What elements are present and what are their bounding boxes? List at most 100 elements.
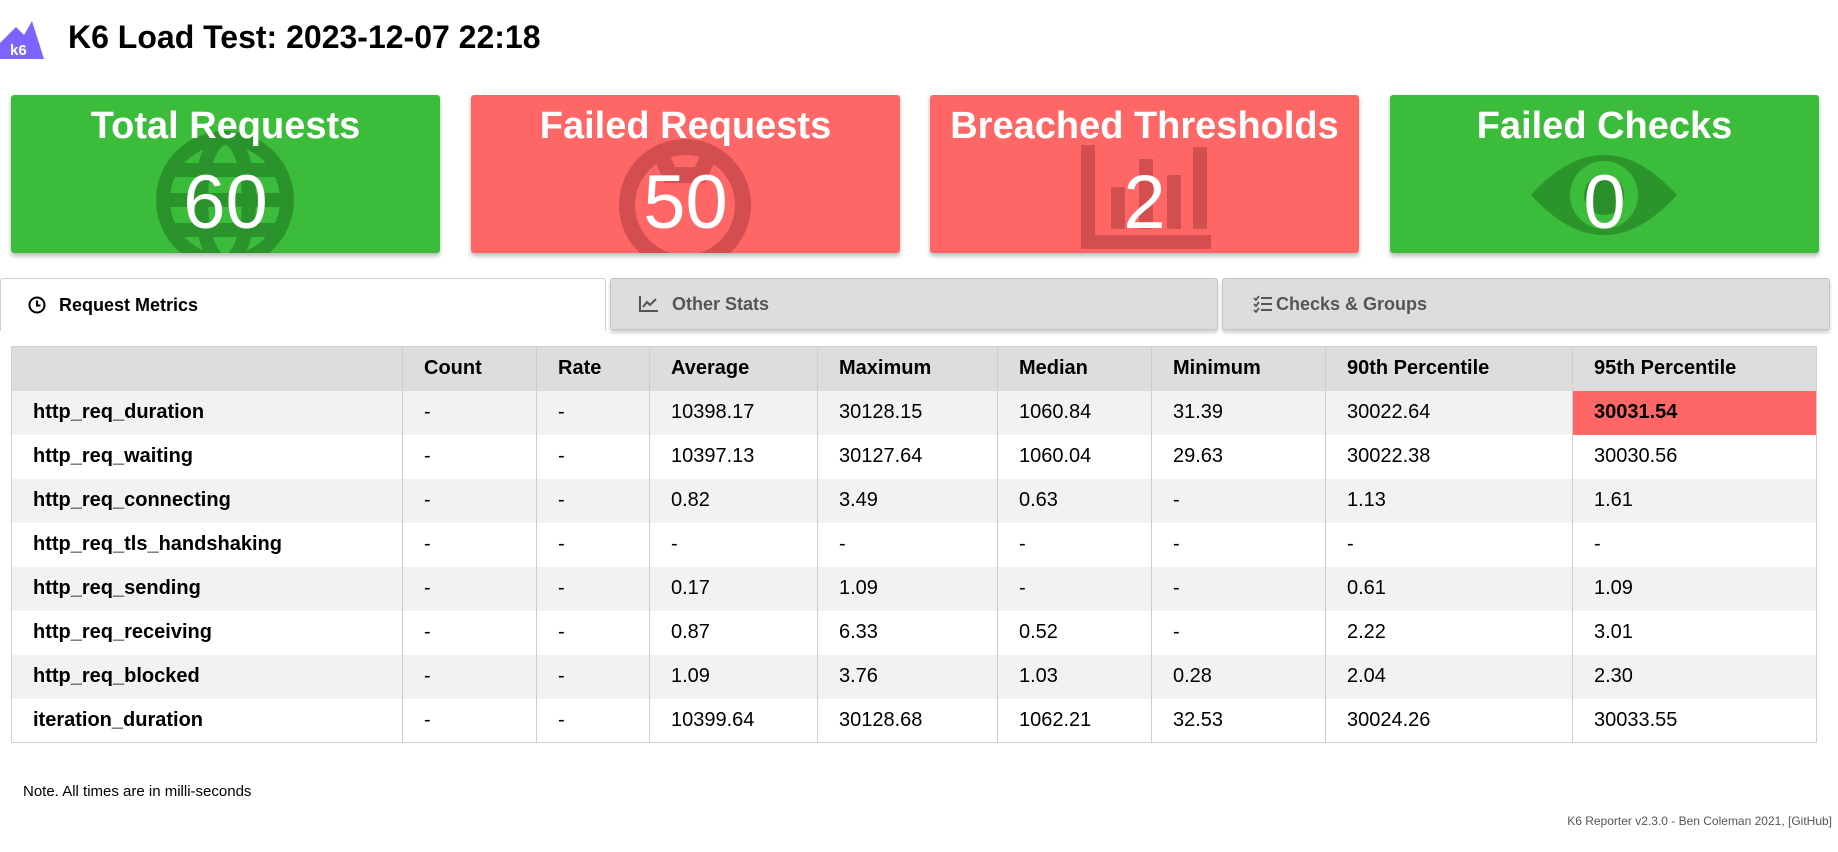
metric-value: 1062.21 (997, 698, 1152, 743)
table-row: http_req_waiting - -10397.13 30127.64 1060.0… (11, 434, 1817, 479)
card-failed-requests: Failed Requests 50 (471, 95, 900, 253)
metric-value: 3.01 (1572, 610, 1817, 655)
metric-value: 0.63 (997, 478, 1152, 523)
metric-value: - (402, 434, 537, 479)
metric-value: - (402, 610, 537, 655)
card-value: 60 (183, 160, 268, 245)
column-header: Rate (536, 346, 650, 391)
metric-name: http_req_duration (11, 390, 403, 435)
metric-value: 3.76 (817, 654, 998, 699)
table-row: http_req_blocked - -1.09 3.76 1.03 0.28 2.04 2.… (11, 654, 1817, 699)
tab-bar: Request Metrics Other Stats Checks & Gro… (0, 278, 1830, 332)
metric-value: - (402, 566, 537, 611)
page-title: K6 Load Test: 2023-12-07 22:18 (68, 19, 541, 55)
card-label: Failed Checks (1476, 105, 1733, 147)
metric-value: 30128.15 (817, 390, 998, 435)
breached-value: 30031.54 (1572, 390, 1817, 435)
card-value: 50 (643, 160, 728, 245)
column-header: Average (649, 346, 818, 391)
card-value: 0 (1583, 160, 1626, 245)
metric-value: 3.49 (817, 478, 998, 523)
card-breached-thresholds: Breached Thresholds 2 (930, 95, 1359, 253)
table-row: http_req_sending - -0.17 1.09- -0.61 1.09 (11, 566, 1817, 611)
svg-text:k6: k6 (10, 42, 27, 59)
metric-name: http_req_tls_handshaking (11, 522, 403, 567)
column-header: 90th Percentile (1325, 346, 1573, 391)
tab-label: Request Metrics (59, 294, 199, 315)
metric-value: - (536, 478, 650, 523)
metric-value: 0.87 (649, 610, 818, 655)
metric-value: 32.53 (1151, 698, 1326, 743)
table-row: http_req_duration - -10398.17 30128.15 1060.… (11, 390, 1817, 435)
metric-value: 2.04 (1325, 654, 1573, 699)
metric-value: 2.30 (1572, 654, 1817, 699)
metric-value: - (536, 610, 650, 655)
metric-name: http_req_sending (11, 566, 403, 611)
metric-value: 10398.17 (649, 390, 818, 435)
metric-value: 1.13 (1325, 478, 1573, 523)
page-header: k6 K6 Load Test: 2023-12-07 22:18 (0, 0, 1838, 76)
metric-value: - (1325, 522, 1573, 567)
metric-value: - (536, 434, 650, 479)
metric-value: 10397.13 (649, 434, 818, 479)
column-header: Count (402, 346, 537, 391)
metric-value: 0.52 (997, 610, 1152, 655)
github-link[interactable]: [GitHub] (1788, 814, 1832, 828)
metric-value: 1.09 (1572, 566, 1817, 611)
metric-value: 1.03 (997, 654, 1152, 699)
tab-other-stats[interactable]: Other Stats (610, 278, 1218, 330)
card-label: Failed Requests (539, 105, 832, 147)
metric-value: 29.63 (1151, 434, 1326, 479)
column-header: 95th Percentile (1572, 346, 1817, 391)
metric-value: 10399.64 (649, 698, 818, 743)
card-total-requests: Total Requests 60 (11, 95, 440, 253)
table-row: iteration_duration - -10399.64 30128.68 1062… (11, 698, 1817, 743)
metric-value: - (1151, 566, 1326, 611)
metric-name: http_req_waiting (11, 434, 403, 479)
card-label: Total Requests (90, 105, 361, 147)
tab-label: Checks & Groups (1276, 293, 1428, 314)
table-row: http_req_tls_handshaking - - - - - - - - (11, 522, 1817, 567)
tab-checks-groups[interactable]: Checks & Groups (1222, 278, 1830, 330)
column-header: Minimum (1151, 346, 1326, 391)
metric-value: - (1151, 610, 1326, 655)
metric-value: - (536, 698, 650, 743)
metric-value: 0.61 (1325, 566, 1573, 611)
metric-value: 1060.04 (997, 434, 1152, 479)
metric-value: - (1151, 478, 1326, 523)
tab-request-metrics[interactable]: Request Metrics (0, 278, 606, 331)
metric-value: - (402, 698, 537, 743)
table-header-row: Count Rate Average Maximum Median Minimu… (11, 346, 1817, 391)
card-value: 2 (1123, 160, 1166, 245)
metric-value: 30022.38 (1325, 434, 1573, 479)
metric-value: - (536, 390, 650, 435)
metric-value: - (536, 522, 650, 567)
metric-value: - (1572, 522, 1817, 567)
card-failed-checks: Failed Checks 0 (1390, 95, 1819, 253)
metric-value: - (649, 522, 818, 567)
k6-logo: k6 (0, 21, 44, 59)
metric-value: 0.82 (649, 478, 818, 523)
metric-value: - (536, 654, 650, 699)
metric-value: - (997, 522, 1152, 567)
metric-value: 30022.64 (1325, 390, 1573, 435)
footer-text: K6 Reporter v2.3.0 - Ben Coleman 2021, (1567, 814, 1788, 828)
column-header: Median (997, 346, 1152, 391)
metric-value: - (536, 566, 650, 611)
footer: K6 Reporter v2.3.0 - Ben Coleman 2021, [… (1567, 813, 1832, 829)
metric-value: 30033.55 (1572, 698, 1817, 743)
metric-value: 1.61 (1572, 478, 1817, 523)
metric-value: 1060.84 (997, 390, 1152, 435)
line-chart-icon (639, 296, 658, 312)
metric-name: iteration_duration (11, 698, 403, 743)
metric-value: 0.28 (1151, 654, 1326, 699)
metric-value: - (1151, 522, 1326, 567)
metric-value: 2.22 (1325, 610, 1573, 655)
metric-value: 30030.56 (1572, 434, 1817, 479)
clock-icon (28, 296, 46, 314)
metric-value: - (817, 522, 998, 567)
metric-value: - (997, 566, 1152, 611)
metric-value: 31.39 (1151, 390, 1326, 435)
request-metrics-table: Count Rate Average Maximum Median Minimu… (11, 346, 1817, 743)
card-label: Breached Thresholds (950, 105, 1339, 147)
